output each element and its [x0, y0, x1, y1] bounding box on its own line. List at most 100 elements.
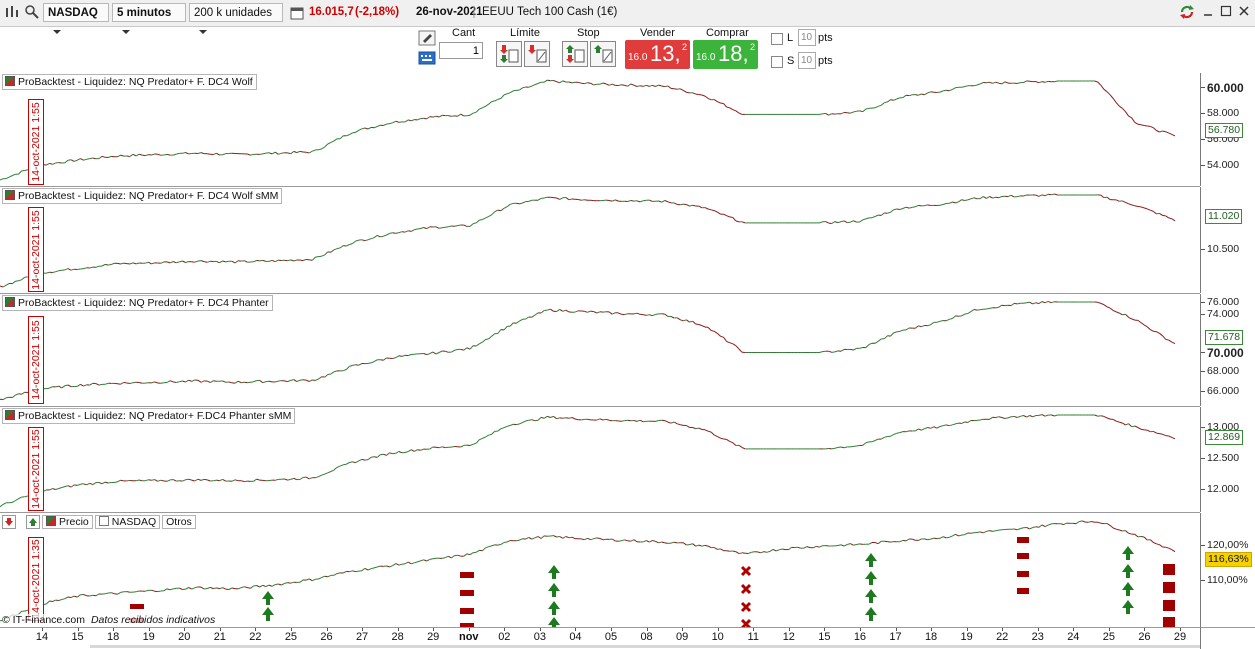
series-segment	[1113, 419, 1116, 421]
series-segment	[288, 153, 291, 154]
series-segment	[414, 229, 417, 230]
series-segment	[108, 265, 111, 266]
series-segment	[1141, 125, 1144, 126]
series-segment	[170, 589, 173, 590]
short-checkbox[interactable]	[771, 56, 783, 69]
units-dropdown[interactable]: 200 k unidades	[189, 3, 283, 22]
series-segment	[921, 325, 924, 326]
series-segment	[591, 83, 594, 85]
qty-input[interactable]	[439, 42, 483, 59]
series-segment	[622, 540, 625, 541]
series-segment	[87, 483, 90, 485]
stop-sell-button[interactable]	[590, 41, 616, 67]
refresh-icon[interactable]	[1178, 4, 1196, 23]
edit-order-icon[interactable]	[418, 30, 436, 46]
price-axis-2: 10.500 11.020	[1200, 187, 1255, 293]
series-segment	[764, 552, 767, 553]
series-segment	[516, 424, 519, 425]
series-segment	[1017, 416, 1020, 417]
series-segment	[201, 479, 204, 480]
series-segment	[894, 433, 897, 434]
equity-panel-4[interactable]: ProBacktest - Liquidez: NQ Predator+ F.D…	[0, 407, 1200, 513]
series-segment	[1116, 103, 1119, 107]
maximize-icon[interactable]	[1219, 4, 1233, 23]
series-segment	[68, 597, 71, 598]
stop-buy-button[interactable]	[562, 41, 588, 67]
limit-sell-button[interactable]	[524, 41, 550, 67]
time-axis-tick	[789, 628, 790, 631]
calendar-icon[interactable]	[290, 6, 304, 25]
series-segment	[949, 536, 952, 537]
series-segment	[850, 544, 853, 546]
time-axis-label: 25	[1103, 631, 1115, 643]
series-segment	[677, 318, 680, 320]
timeframe-dropdown[interactable]: 5 minutos	[112, 3, 186, 22]
date-tag: 14-oct-2021 1:55	[28, 316, 44, 404]
series-segment	[476, 220, 479, 223]
series-segment	[272, 585, 275, 587]
series-segment	[229, 382, 232, 383]
price-panel[interactable]: Precio NASDAQ Otros 14-oct-2021 1:35 © I…	[0, 513, 1200, 627]
series-segment	[819, 352, 822, 353]
top-toolbar: NASDAQ 5 minutos 200 k unidades 16.015,7…	[0, 0, 1255, 27]
series-segment	[12, 174, 15, 175]
close-icon[interactable]	[1237, 4, 1251, 23]
series-segment	[618, 541, 621, 542]
series-segment	[387, 233, 390, 235]
series-segment	[717, 333, 720, 336]
nasdaq-legend-item[interactable]: NASDAQ	[95, 515, 160, 529]
series-segment	[489, 546, 492, 547]
series-segment	[721, 549, 724, 551]
series-segment	[408, 354, 411, 355]
precio-legend-item[interactable]: Precio	[42, 515, 93, 529]
limit-buy-button[interactable]	[496, 41, 522, 67]
buy-arrow-icon	[548, 617, 560, 627]
keyboard-icon[interactable]	[418, 51, 436, 65]
series-segment	[662, 542, 665, 543]
time-axis-tick	[611, 628, 612, 631]
series-segment	[306, 259, 309, 260]
buy-button[interactable]: 16.0 18, 2	[693, 40, 758, 69]
series-segment	[1135, 426, 1138, 428]
series-segment	[813, 546, 816, 548]
series-segment	[482, 218, 485, 220]
minimize-icon[interactable]	[1201, 4, 1215, 23]
otros-button[interactable]: Otros	[162, 515, 196, 529]
sell-button[interactable]: 16.0 13, 2	[625, 40, 690, 69]
short-pts-input[interactable]	[798, 52, 816, 69]
equity-panel-2[interactable]: ProBacktest - Liquidez: NQ Predator+ F. …	[0, 187, 1200, 294]
series-segment	[869, 543, 872, 545]
time-axis[interactable]: 141518192021222526272829nov0203040508091…	[0, 627, 1200, 649]
instrument-dropdown[interactable]: NASDAQ	[43, 3, 109, 22]
series-segment	[863, 443, 866, 446]
series-segment	[111, 263, 114, 264]
last-value-box: 12.869	[1205, 430, 1243, 445]
series-segment	[891, 333, 894, 336]
series-segment	[912, 207, 915, 208]
buy-toggle-button[interactable]	[26, 515, 40, 529]
panel-title: ProBacktest - Liquidez: NQ Predator+ F.D…	[2, 408, 295, 424]
series-segment	[328, 374, 331, 375]
series-segment	[983, 197, 986, 199]
series-segment	[903, 207, 906, 208]
series-segment	[322, 255, 325, 256]
equity-panel-1[interactable]: ProBacktest - Liquidez: NQ Predator+ F. …	[0, 73, 1200, 187]
series-segment	[430, 559, 433, 560]
equity-panel-3[interactable]: ProBacktest - Liquidez: NQ Predator+ F. …	[0, 294, 1200, 407]
series-segment	[368, 127, 371, 129]
series-segment	[921, 429, 924, 431]
series-segment	[986, 308, 989, 309]
series-segment	[628, 84, 631, 86]
zoom-icon[interactable]	[24, 4, 40, 23]
series-segment	[863, 219, 866, 220]
series-segment	[198, 261, 201, 262]
series-segment	[826, 113, 829, 115]
series-segment	[1017, 83, 1020, 84]
price-axis-5: 120,00% 110,00% 116,63%	[1200, 513, 1255, 627]
long-pts-input[interactable]	[798, 29, 816, 46]
sell-toggle-button[interactable]	[2, 515, 16, 529]
series-segment	[411, 450, 414, 452]
chart-type-icon[interactable]	[4, 4, 20, 23]
series-segment	[467, 348, 470, 349]
long-checkbox[interactable]	[771, 33, 783, 46]
